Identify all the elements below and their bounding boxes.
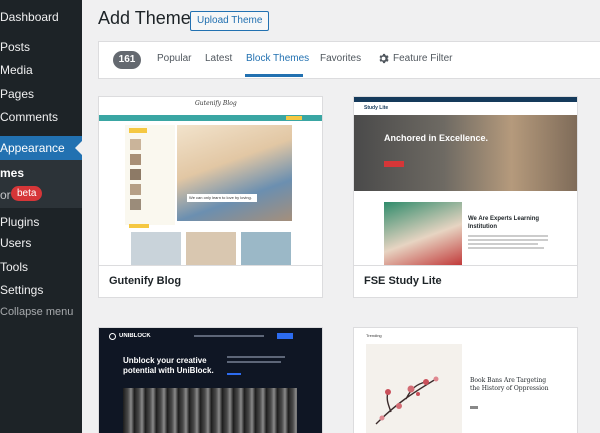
preview-subhead: We Are Experts Learning Institution xyxy=(468,216,540,230)
preview-tag xyxy=(129,128,147,133)
preview-meta xyxy=(470,406,478,409)
sidebar-item-label: Plugins xyxy=(0,215,40,229)
preview-logo: Trending xyxy=(366,333,382,338)
preview-hero-image xyxy=(123,388,297,433)
preview-text-line xyxy=(227,356,285,358)
submenu-item-themes[interactable]: mes xyxy=(0,166,24,180)
theme-count-badge: 161 xyxy=(113,51,141,69)
sidebar-item-label: Settings xyxy=(0,283,44,297)
theme-card-uniblock[interactable]: UNIBLOCK Unblock your creative potential… xyxy=(98,327,323,433)
sidebar-item-pages[interactable]: Pages xyxy=(0,83,82,105)
theme-name: Gutenify Blog xyxy=(109,275,182,287)
preview-hero-caption: We can only learn to love by loving. xyxy=(187,194,257,202)
sidebar-item-appearance[interactable]: Appearance xyxy=(0,136,82,160)
preview-hero-button xyxy=(384,161,404,167)
preview-logo-mark xyxy=(109,333,116,340)
sidebar-item-label: Posts xyxy=(0,40,31,54)
preview-thumb xyxy=(130,184,141,195)
preview-nav-links xyxy=(194,335,264,337)
preview-topbar xyxy=(354,97,577,102)
sidebar-item-users[interactable]: Users xyxy=(0,232,82,254)
preview-feature-image xyxy=(384,202,462,265)
preview-text-line xyxy=(227,361,281,363)
sidebar-item-label: Tools xyxy=(0,260,29,274)
current-tab-indicator xyxy=(245,74,303,77)
preview-logo: Study Lite xyxy=(364,105,389,111)
collapse-menu-button[interactable]: Collapse menu xyxy=(0,306,73,318)
preview-post-image xyxy=(131,232,181,266)
preview-hero-image xyxy=(354,115,577,191)
submenu-item-editor[interactable]: or xyxy=(0,188,11,202)
sidebar-item-comments[interactable]: Comments xyxy=(0,106,82,128)
preview-branch-illustration xyxy=(375,376,439,425)
theme-name-bar: Gutenify Blog xyxy=(99,265,322,297)
sidebar-item-plugins[interactable]: Plugins xyxy=(0,211,82,233)
preview-hero-title: Unblock your creative potential with Uni… xyxy=(123,356,214,375)
preview-text-line xyxy=(468,235,548,237)
preview-logo: Gutenify Blog xyxy=(195,100,237,107)
sidebar-item-label: Pages xyxy=(0,87,35,101)
preview-post-image xyxy=(186,232,236,266)
sidebar-item-label: Dashboard xyxy=(0,10,59,24)
preview-hero-title: Anchored in Excellence. xyxy=(384,133,489,143)
gear-icon[interactable] xyxy=(378,53,389,64)
preview-thumb xyxy=(130,169,141,180)
theme-card-gutenify-blog[interactable]: Gutenify Blog We can only learn to love … xyxy=(98,96,323,298)
sidebar-item-label: Users xyxy=(0,236,32,250)
sidebar-item-dashboard[interactable]: Dashboard xyxy=(0,6,82,28)
feature-filter-button[interactable]: Feature Filter xyxy=(393,53,452,64)
preview-link xyxy=(227,373,241,375)
preview-headline: Book Bans Are Targeting the History of O… xyxy=(470,377,549,392)
sidebar-item-posts[interactable]: Posts xyxy=(0,36,82,58)
theme-name: FSE Study Lite xyxy=(364,275,442,287)
sidebar-item-label: Appearance xyxy=(0,141,65,155)
beta-badge: beta xyxy=(11,186,43,201)
tab-latest[interactable]: Latest xyxy=(205,53,232,64)
preview-thumb xyxy=(130,199,141,210)
sidebar-item-label: Comments xyxy=(0,110,59,124)
preview-divider xyxy=(294,125,297,221)
admin-sidebar: Dashboard Posts Media Pages Comments App… xyxy=(0,0,82,433)
theme-screenshot: UNIBLOCK Unblock your creative potential… xyxy=(99,328,322,433)
preview-nav-button xyxy=(286,116,302,120)
theme-card-editorial[interactable]: Trending Book Bans Are Targeting the His… xyxy=(353,327,578,433)
tab-favorites[interactable]: Favorites xyxy=(320,53,361,64)
sidebar-item-media[interactable]: Media xyxy=(0,59,82,81)
preview-text-line xyxy=(468,243,538,245)
preview-text-line xyxy=(468,239,548,241)
preview-hero-image xyxy=(177,125,292,221)
sidebar-item-settings[interactable]: Settings xyxy=(0,279,82,301)
theme-card-fse-study-lite[interactable]: Study Lite Anchored in Excellence. We Ar… xyxy=(353,96,578,298)
page-title: Add Themes xyxy=(98,8,200,28)
sidebar-item-tools[interactable]: Tools xyxy=(0,256,82,278)
preview-tag xyxy=(129,224,149,228)
theme-filter-bar: 161 Popular Latest Block Themes Favorite… xyxy=(98,41,600,79)
sidebar-item-label: Media xyxy=(0,63,33,77)
preview-nav-button xyxy=(277,333,293,339)
preview-thumb xyxy=(130,139,141,150)
theme-screenshot: Study Lite Anchored in Excellence. We Ar… xyxy=(354,97,577,267)
preview-thumb xyxy=(130,154,141,165)
upload-theme-button[interactable]: Upload Theme xyxy=(190,11,270,31)
preview-post-image xyxy=(241,232,291,266)
tab-popular[interactable]: Popular xyxy=(157,53,191,64)
theme-screenshot: Trending Book Bans Are Targeting the His… xyxy=(354,328,577,433)
preview-text-line xyxy=(468,247,544,249)
tab-block-themes[interactable]: Block Themes xyxy=(246,53,309,64)
theme-screenshot: Gutenify Blog We can only learn to love … xyxy=(99,97,322,267)
preview-logo: UNIBLOCK xyxy=(119,333,151,339)
theme-name-bar: FSE Study Lite xyxy=(354,265,577,297)
